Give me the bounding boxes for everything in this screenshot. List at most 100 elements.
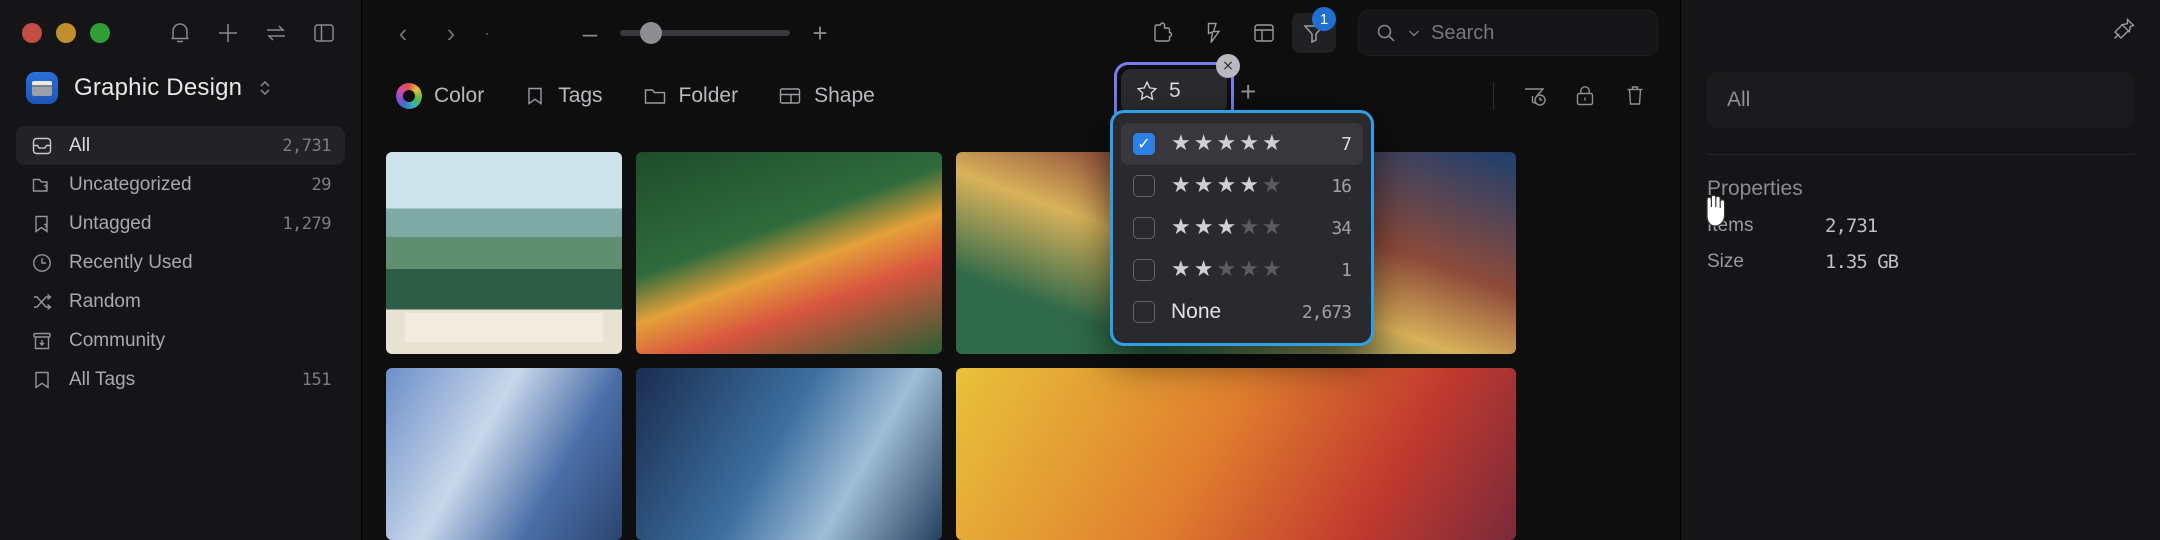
checkbox[interactable] [1133,217,1155,239]
filter-label: Color [434,84,485,107]
property-label: Size [1707,251,1744,272]
sidebar-item-label: Uncategorized [69,173,192,195]
checkbox[interactable] [1133,133,1155,155]
sync-icon[interactable] [261,18,291,48]
rating-option-3[interactable]: ★ ★ ★ ★ ★ 34 [1121,207,1363,249]
rating-filter-chip[interactable]: 5 × + [1114,54,1256,114]
scope-label: All [1727,88,1751,111]
sidebar-item-count: 29 [311,174,332,195]
sidebar-item-recently-used[interactable]: Recently Used [16,243,345,282]
sidebar-item-count: 151 [301,369,332,390]
asset-thumbnail[interactable] [386,152,622,354]
sidebar: Graphic Design All 2,731 Uncategorized 2… [0,0,362,540]
rating-option-none[interactable]: None 2,673 [1121,291,1363,333]
property-row-size: Size 1.35 GB [1707,251,2134,273]
asset-thumbnail[interactable] [386,367,622,540]
minimize-button[interactable] [56,23,76,43]
star-rating-2: ★ ★ ★ ★ ★ [1171,257,1282,282]
filter-tags[interactable]: Tags [504,76,622,116]
toolbar-right-icons: 1 Search [1142,7,1658,56]
lock-icon[interactable] [1564,76,1606,116]
sidebar-item-count: 2,731 [282,135,331,156]
library-selector[interactable]: Graphic Design [0,66,361,126]
trash-icon[interactable] [1614,76,1656,116]
scope-selector[interactable]: All [1707,72,2134,128]
breadcrumb: · [484,22,490,43]
app-window: Graphic Design All 2,731 Uncategorized 2… [0,0,2160,540]
asset-thumbnail[interactable] [636,367,942,540]
asset-thumbnail[interactable] [636,152,942,354]
search-chevron-down-icon[interactable] [1407,26,1421,40]
extension-icon[interactable] [1142,13,1186,53]
checkbox[interactable] [1133,301,1155,323]
panel-toggle-icon[interactable] [309,18,339,48]
sidebar-item-community[interactable]: Community [16,321,345,360]
filter-history-icon[interactable] [1514,76,1556,116]
folder-icon [643,85,667,107]
sidebar-item-label: All Tags [69,368,136,390]
zoom-out-button[interactable]: – [578,20,602,46]
rating-dropdown: ★★★★★ 7 ★★★★★ 16 ★★★★★ 34 [1110,110,1374,346]
rating-option-4[interactable]: ★ ★ ★ ★ ★ 16 [1121,165,1363,207]
rating-count: 34 [1331,217,1352,239]
asset-thumbnail[interactable] [956,367,1516,540]
zoom-slider-knob[interactable] [640,22,662,44]
back-button[interactable]: ‹ [384,14,422,52]
sidebar-titlebar [0,0,361,66]
pin-icon[interactable] [2110,15,2138,43]
filter-icon[interactable]: 1 [1292,7,1336,53]
properties-title: Properties [1707,177,1803,200]
close-button[interactable] [22,23,42,43]
library-name: Graphic Design [74,74,243,101]
filter-label: Shape [814,84,875,107]
chevron-updown-icon[interactable] [258,77,272,99]
window-controls[interactable] [22,23,110,43]
rating-count: 7 [1341,133,1352,155]
close-icon[interactable]: × [1216,54,1240,78]
forward-button[interactable]: › [432,14,470,52]
star-rating-4: ★ ★ ★ ★ ★ [1171,173,1282,198]
inspector-panel: All Properties Items 2,731 Size 1.35 GB [1680,0,2160,540]
star-outline-icon [1135,79,1159,103]
sidebar-item-uncategorized[interactable]: Uncategorized 29 [16,165,345,204]
search-input[interactable]: Search [1358,10,1658,56]
sidebar-item-untagged[interactable]: Untagged 1,279 [16,204,345,243]
color-wheel-icon [396,83,422,109]
chip-body[interactable]: 5 [1121,69,1227,113]
rating-option-2[interactable]: ★ ★ ★ ★ ★ 1 [1121,249,1363,291]
checkbox[interactable] [1133,175,1155,197]
divider [1493,82,1494,110]
lightning-icon[interactable] [1192,13,1236,53]
filter-shape[interactable]: Shape [758,76,895,116]
layout-icon[interactable] [1242,13,1286,53]
sidebar-item-label: Untagged [69,212,152,234]
zoom-slider[interactable] [620,22,790,44]
checkbox[interactable] [1133,259,1155,281]
star-rating-5: ★ ★ ★ ★ ★ [1171,131,1282,156]
filter-badge: 1 [1312,7,1336,31]
property-row-items: Items 2,731 [1707,215,2134,237]
filter-folder[interactable]: Folder [623,76,759,116]
main-toolbar: ‹ › · – + 1 Search [362,0,1680,66]
sidebar-item-label: Random [69,290,141,312]
sidebar-item-all-tags[interactable]: All Tags 151 [16,360,345,399]
filter-color[interactable]: Color [386,76,504,116]
plus-icon[interactable] [213,18,243,48]
add-filter-button[interactable]: + [1240,76,1256,108]
shuffle-icon [30,290,54,314]
bell-icon[interactable] [165,18,195,48]
bookmark-icon [524,85,546,107]
rating-option-5[interactable]: ★★★★★ 7 [1121,123,1363,165]
zoom-in-button[interactable]: + [808,20,832,46]
sidebar-item-all[interactable]: All 2,731 [16,126,345,165]
clock-icon [30,251,54,275]
bookmark-icon [30,368,54,392]
community-icon [30,329,54,353]
maximize-button[interactable] [90,23,110,43]
rating-count: 2,673 [1301,301,1352,323]
sidebar-item-label: All [69,134,91,156]
filter-label: Tags [558,84,603,107]
zoom-control[interactable]: – + [578,20,832,46]
sidebar-item-random[interactable]: Random [16,282,345,321]
tag-question-icon [30,212,54,236]
